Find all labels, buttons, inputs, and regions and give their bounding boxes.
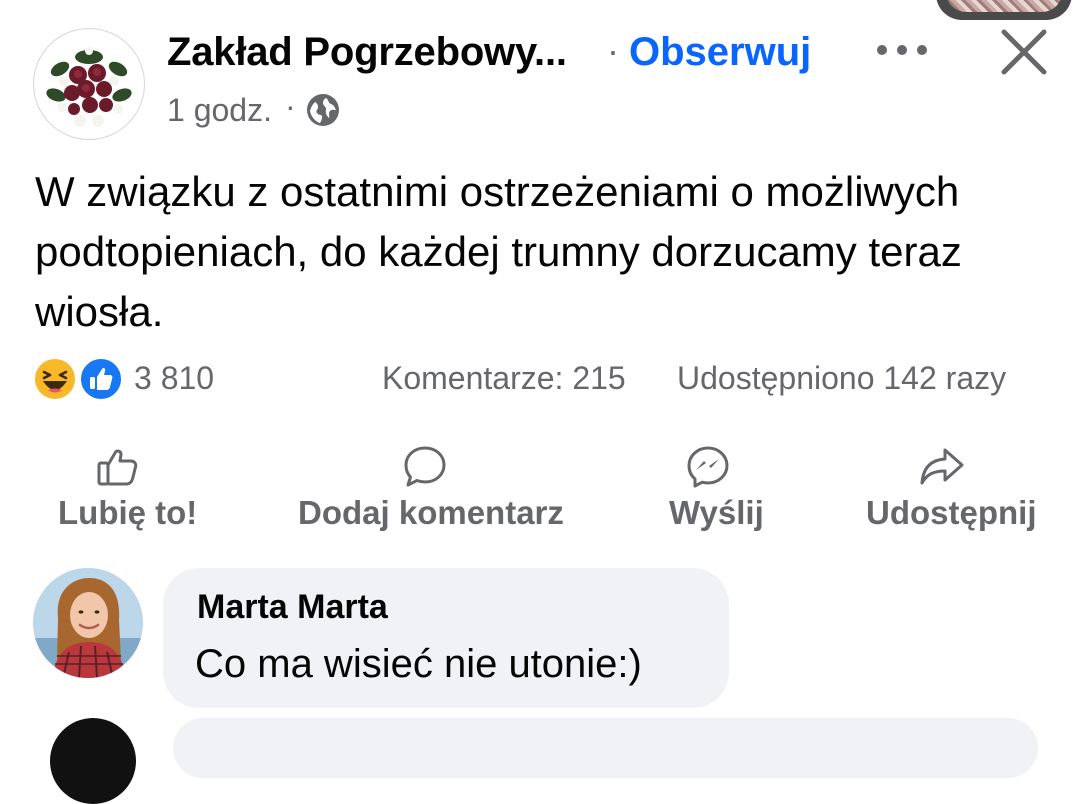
comment-label: Dodaj komentarz — [298, 494, 564, 531]
shares-count[interactable]: Udostępniono 142 razy — [677, 360, 1006, 397]
page-avatar[interactable] — [33, 28, 145, 140]
header-separator: · — [607, 30, 619, 71]
previous-thumbnail — [936, 0, 1072, 20]
close-icon — [1001, 29, 1047, 75]
comments-count[interactable]: Komentarze: 215 — [382, 360, 626, 397]
close-button[interactable] — [996, 24, 1052, 80]
comment-bubble-icon — [404, 446, 446, 487]
reaction-count[interactable]: 3 810 — [134, 360, 214, 397]
like-button[interactable]: Lubię to! — [58, 440, 198, 536]
post-timestamp[interactable]: 1 godz. — [167, 92, 272, 129]
share-button[interactable]: Udostępnij — [866, 440, 1042, 536]
comment-text: Co ma wisieć nie utonie:) — [195, 642, 642, 686]
send-button[interactable]: Wyślij — [669, 440, 769, 536]
next-commenter-avatar[interactable] — [50, 718, 136, 804]
thumbs-up-icon — [97, 449, 138, 486]
globe-icon — [306, 93, 340, 127]
follow-button[interactable]: Obserwuj — [629, 30, 811, 75]
messenger-icon — [687, 446, 729, 488]
comment-author[interactable]: Marta Marta — [197, 588, 388, 627]
more-options-button[interactable] — [872, 30, 932, 70]
share-arrow-icon — [920, 448, 964, 485]
haha-reaction-icon[interactable] — [33, 357, 77, 401]
next-comment-bubble[interactable] — [173, 718, 1038, 778]
send-label: Wyślij — [669, 494, 764, 531]
like-label: Lubię to! — [58, 494, 198, 531]
commenter-avatar[interactable] — [33, 568, 143, 678]
meta-separator: · — [285, 88, 296, 124]
page-name[interactable]: Zakład Pogrzebowy... — [167, 30, 567, 75]
like-reaction-icon[interactable] — [79, 357, 123, 401]
more-dots-icon — [877, 45, 927, 55]
comment-button[interactable]: Dodaj komentarz — [298, 440, 570, 536]
post-text: W związku z ostatnimi ostrzeżeniami o mo… — [35, 168, 962, 335]
share-label: Udostępnij — [866, 494, 1037, 531]
